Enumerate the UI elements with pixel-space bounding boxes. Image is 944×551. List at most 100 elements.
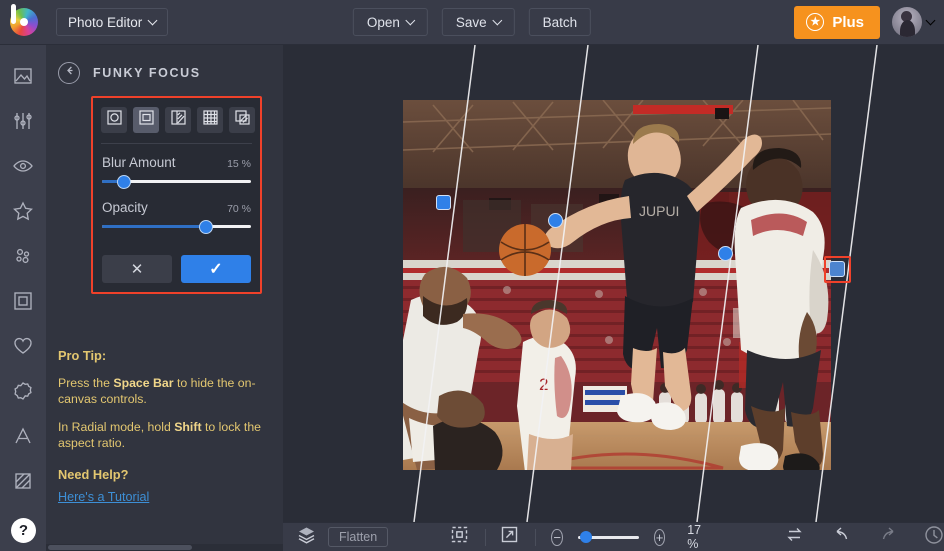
panel-actions: ✕ ✓ bbox=[102, 255, 251, 283]
batch-label: Batch bbox=[543, 15, 578, 30]
opacity-thumb[interactable] bbox=[199, 220, 213, 234]
apply-button[interactable]: ✓ bbox=[181, 255, 251, 283]
frames-icon bbox=[12, 290, 34, 317]
need-help-heading: Need Help? bbox=[58, 467, 269, 482]
heart-stickers-icon bbox=[12, 335, 34, 362]
canvas-area[interactable]: TH bbox=[283, 45, 944, 522]
chevron-down-icon bbox=[149, 17, 156, 24]
canvas-image[interactable]: TH bbox=[403, 100, 831, 470]
opacity-label: Opacity bbox=[102, 200, 148, 215]
photos-icon bbox=[12, 65, 34, 92]
retouch-icon bbox=[12, 245, 34, 272]
bottom-toolbar: Flatten − + 17 % bbox=[283, 522, 944, 551]
blur-amount-slider[interactable] bbox=[102, 180, 251, 183]
opacity-fill bbox=[102, 225, 206, 228]
mosaic-mode-button[interactable] bbox=[197, 107, 223, 133]
top-toolbar: Photo Editor Open Save Batch ★ Plus bbox=[0, 0, 944, 45]
tool-rail: ? bbox=[0, 45, 46, 551]
sidebar-item-retouch[interactable] bbox=[0, 239, 46, 278]
sidebar-item-text[interactable] bbox=[0, 419, 46, 458]
batch-button[interactable]: Batch bbox=[529, 8, 592, 36]
rectangular-mode-icon bbox=[138, 109, 155, 131]
panel-scrollbar[interactable] bbox=[46, 544, 283, 551]
chevron-down-icon bbox=[494, 17, 501, 24]
blur-amount-value: 15 % bbox=[227, 158, 251, 170]
check-icon: ✓ bbox=[209, 259, 222, 279]
zoom-in-button[interactable]: + bbox=[654, 529, 665, 546]
rectangular-mode-button[interactable] bbox=[133, 107, 159, 133]
eye-effects-icon bbox=[12, 155, 34, 182]
fit-to-screen-button[interactable] bbox=[450, 525, 469, 549]
compare-button[interactable] bbox=[785, 525, 804, 549]
fit-to-screen-icon bbox=[450, 525, 469, 549]
top-actions: Open Save Batch bbox=[353, 8, 591, 36]
svg-text:JUPUI: JUPUI bbox=[639, 203, 679, 219]
undo-button[interactable] bbox=[832, 525, 851, 549]
history-button[interactable] bbox=[924, 525, 944, 550]
opacity-slider[interactable] bbox=[102, 225, 251, 228]
sidebar-item-effects[interactable] bbox=[0, 149, 46, 188]
chevron-down-icon bbox=[927, 17, 934, 24]
svg-text:2: 2 bbox=[539, 375, 548, 394]
back-button[interactable] bbox=[58, 62, 80, 84]
text-icon bbox=[12, 425, 34, 452]
page-title: FUNKY FOCUS bbox=[93, 66, 201, 80]
brand-logo-wrap bbox=[0, 8, 48, 36]
texture-icon bbox=[12, 470, 34, 497]
panel-header: FUNKY FOCUS bbox=[46, 45, 283, 84]
mosaic-mode-icon bbox=[202, 109, 219, 131]
layers-button[interactable] bbox=[297, 525, 316, 549]
radial-mode-button[interactable] bbox=[101, 107, 127, 133]
account-menu[interactable] bbox=[892, 7, 934, 37]
app-menu-button[interactable]: Photo Editor bbox=[56, 8, 168, 36]
radial-mode-icon bbox=[106, 109, 123, 131]
sidebar-item-overlays[interactable] bbox=[0, 194, 46, 233]
help-button[interactable]: ? bbox=[11, 518, 36, 543]
panel-divider bbox=[101, 143, 252, 144]
undo-icon bbox=[832, 525, 851, 549]
sidebar-item-badges[interactable] bbox=[0, 374, 46, 413]
plus-upgrade-button[interactable]: ★ Plus bbox=[794, 6, 880, 39]
linear-mode-button[interactable] bbox=[165, 107, 191, 133]
avatar bbox=[892, 7, 922, 37]
funky-focus-controls-highlight: Blur Amount 15 % Opacity 70 % bbox=[91, 96, 262, 294]
handle-round-inner-right[interactable] bbox=[718, 246, 733, 261]
toolbar-divider-2 bbox=[535, 529, 536, 546]
handle-round-inner-left[interactable] bbox=[548, 213, 563, 228]
save-label: Save bbox=[456, 15, 487, 30]
zoom-out-button[interactable]: − bbox=[551, 529, 562, 546]
handle-square-top-left[interactable] bbox=[436, 195, 451, 210]
pro-tip-line-1: Press the Space Bar to hide the on-canva… bbox=[58, 375, 269, 408]
tip1-before: Press the bbox=[58, 376, 113, 390]
blur-amount-slider-group: Blur Amount 15 % bbox=[102, 155, 251, 183]
redo-button[interactable] bbox=[879, 525, 898, 549]
sidebar-item-stickers[interactable] bbox=[0, 329, 46, 368]
fullscreen-icon bbox=[500, 525, 519, 549]
sidebar-item-texture[interactable] bbox=[0, 464, 46, 503]
motion-mode-button[interactable] bbox=[229, 107, 255, 133]
chevron-down-icon bbox=[407, 17, 414, 24]
zoom-slider[interactable] bbox=[578, 536, 639, 539]
zoom-slider-thumb[interactable] bbox=[580, 531, 592, 543]
fullscreen-button[interactable] bbox=[500, 525, 519, 549]
flatten-button[interactable]: Flatten bbox=[328, 527, 388, 547]
sidebar-item-adjust[interactable] bbox=[0, 104, 46, 143]
cancel-button[interactable]: ✕ bbox=[102, 255, 172, 283]
blur-amount-row: Blur Amount 15 % bbox=[102, 155, 251, 170]
tutorial-link[interactable]: Here's a Tutorial bbox=[58, 490, 149, 504]
toolbar-divider bbox=[485, 529, 486, 546]
save-button[interactable]: Save bbox=[442, 8, 515, 36]
sidebar-item-frames[interactable] bbox=[0, 284, 46, 323]
star-icon: ★ bbox=[806, 13, 824, 31]
open-button[interactable]: Open bbox=[353, 8, 428, 36]
compare-swap-icon bbox=[785, 525, 804, 549]
app-menu-label: Photo Editor bbox=[68, 15, 142, 30]
star-overlays-icon bbox=[12, 200, 34, 227]
arrow-left-icon bbox=[63, 64, 76, 82]
panel-scrollbar-thumb[interactable] bbox=[48, 545, 192, 550]
linear-mode-icon bbox=[170, 109, 187, 131]
sidebar-item-photos[interactable] bbox=[0, 59, 46, 98]
opacity-row: Opacity 70 % bbox=[102, 200, 251, 215]
blur-amount-thumb[interactable] bbox=[117, 175, 131, 189]
handle-square-bottom-right[interactable] bbox=[829, 261, 845, 277]
